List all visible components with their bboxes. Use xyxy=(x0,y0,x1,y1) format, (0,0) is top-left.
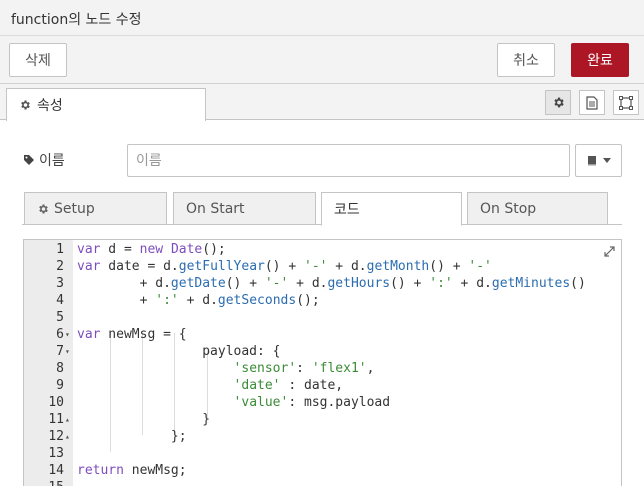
dialog-toolbar: 삭제 취소 완료 xyxy=(0,36,644,84)
code-text: 'sensor': 'flex1', xyxy=(233,361,375,376)
fold-marker[interactable]: ▾ xyxy=(65,343,70,360)
line-number: 12 xyxy=(48,429,64,444)
subtab-on-stop-label: On Stop xyxy=(480,200,537,217)
code-line: 5 xyxy=(24,309,621,326)
dialog-title: function의 노드 수정 xyxy=(11,12,142,28)
tab-properties[interactable]: 속성 xyxy=(6,88,206,121)
settings-tab-button[interactable] xyxy=(545,90,571,115)
document-icon xyxy=(586,95,598,110)
line-number: 14 xyxy=(48,463,64,478)
code-line: 14 return newMsg; xyxy=(24,462,621,479)
code-line: 12 ▴ }; xyxy=(24,428,621,445)
tab-properties-label: 속성 xyxy=(37,98,63,114)
appearance-tab-button[interactable] xyxy=(613,90,639,115)
code-line: 6 ▾ var newMsg = { xyxy=(24,326,621,343)
fold-marker[interactable]: ▴ xyxy=(65,411,70,428)
subtab-on-start-label: On Start xyxy=(186,200,245,217)
code-text: 'value': msg.payload xyxy=(233,395,391,410)
code-line: 1 var d = new Date(); xyxy=(24,241,621,258)
name-label-text: 이름 xyxy=(39,153,65,169)
expand-editor-button[interactable] xyxy=(601,243,617,259)
code-text: var d = new Date(); xyxy=(77,242,226,257)
name-input[interactable] xyxy=(127,144,570,177)
line-number: 13 xyxy=(48,446,64,461)
code-line: 15 xyxy=(24,479,621,486)
line-number: 9 xyxy=(56,378,64,393)
code-text: var newMsg = { xyxy=(77,327,187,342)
dialog-titlebar: function의 노드 수정 xyxy=(0,0,644,36)
code-line: 9 'date' : date, xyxy=(24,377,621,394)
subtab-code[interactable]: 코드 xyxy=(321,192,462,226)
code-line: 11 ▴ } xyxy=(24,411,621,428)
done-button[interactable]: 완료 xyxy=(571,43,629,77)
code-line: 4 + ':' + d.getSeconds(); xyxy=(24,292,621,309)
code-line: 8 'sensor': 'flex1', xyxy=(24,360,621,377)
line-number: 7 xyxy=(56,344,64,359)
code-line: 3 + d.getDate() + '-' + d.getHours() + '… xyxy=(24,275,621,292)
code-text: payload: { xyxy=(77,344,281,359)
main-tabstrip: 속성 xyxy=(0,84,644,121)
fold-marker[interactable]: ▴ xyxy=(65,428,70,445)
frame-icon xyxy=(619,95,633,110)
line-number: 15 xyxy=(24,479,64,486)
library-button[interactable] xyxy=(575,144,622,177)
code-line: 10 'value': msg.payload xyxy=(24,394,621,411)
subtab-on-start[interactable]: On Start xyxy=(173,192,316,225)
code-line: 2 var date = d.getFullYear() + '-' + d.g… xyxy=(24,258,621,275)
tag-icon xyxy=(24,155,34,165)
line-number: 10 xyxy=(48,395,64,410)
expand-icon xyxy=(603,245,615,257)
subtab-code-label: 코드 xyxy=(334,202,360,218)
code-text: return newMsg; xyxy=(77,463,187,478)
gear-icon xyxy=(553,97,564,108)
code-text: 'date' : date, xyxy=(233,378,344,393)
code-text: var date = d.getFullYear() + '-' + d.get… xyxy=(77,259,492,274)
line-number: 3 xyxy=(56,276,64,291)
code-line: 13 xyxy=(24,445,621,462)
line-number: 8 xyxy=(56,361,64,376)
subtab-setup[interactable]: Setup xyxy=(24,192,167,225)
line-number: 6 xyxy=(56,327,64,342)
line-number: 5 xyxy=(56,310,64,325)
name-label: 이름 xyxy=(23,150,65,170)
line-number: 2 xyxy=(56,259,64,274)
function-subtabs: Setup On Start 코드 On Stop xyxy=(22,192,622,226)
delete-button[interactable]: 삭제 xyxy=(9,43,67,77)
line-number: 1 xyxy=(56,242,64,257)
gear-icon xyxy=(39,204,48,213)
subtab-setup-label: Setup xyxy=(54,200,95,217)
book-icon xyxy=(588,156,596,166)
line-number: 4 xyxy=(56,293,64,308)
cancel-button[interactable]: 취소 xyxy=(497,43,555,77)
code-line: 7 ▾ payload: { xyxy=(24,343,621,360)
code-text: + ':' + d.getSeconds(); xyxy=(77,293,320,308)
code-text: } xyxy=(77,412,211,427)
subtab-on-stop[interactable]: On Stop xyxy=(467,192,608,225)
code-text: }; xyxy=(77,429,187,444)
description-tab-button[interactable] xyxy=(579,90,605,115)
fold-marker[interactable]: ▾ xyxy=(65,326,70,343)
caret-down-icon xyxy=(603,158,611,163)
line-number: 11 xyxy=(48,412,64,427)
code-text: + d.getDate() + '-' + d.getHours() + ':'… xyxy=(77,276,586,291)
gear-icon xyxy=(21,100,30,110)
code-editor[interactable]: 1 var d = new Date(); 2 var date = d.get… xyxy=(23,239,622,486)
